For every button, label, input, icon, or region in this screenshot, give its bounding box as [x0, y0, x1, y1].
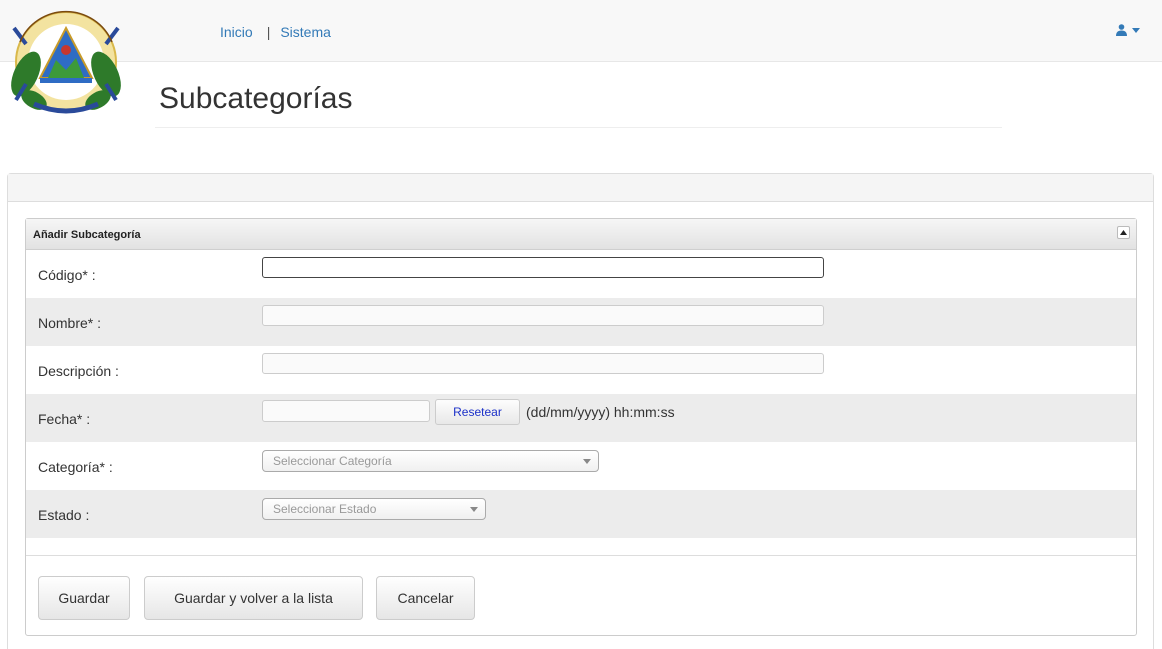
user-icon: [1116, 24, 1127, 36]
nombre-label: Nombre* :: [38, 315, 102, 331]
categoria-label: Categoría* :: [38, 459, 113, 475]
collapse-button[interactable]: [1117, 226, 1130, 239]
nav-link-sistema[interactable]: Sistema: [280, 24, 331, 40]
categoria-select[interactable]: Seleccionar Categoría: [262, 450, 599, 472]
date-format-hint: (dd/mm/yyyy) hh:mm:ss: [526, 404, 675, 420]
codigo-label: Código* :: [38, 267, 96, 283]
user-menu-button[interactable]: [1116, 24, 1140, 36]
fecha-label: Fecha* :: [38, 411, 91, 427]
add-subcategory-form: Añadir Subcategoría Código* : Nombre* : …: [25, 218, 1137, 636]
title-divider: [155, 127, 1002, 128]
coat-of-arms-logo: [11, 10, 121, 114]
categoria-select-placeholder: Seleccionar Categoría: [273, 454, 392, 468]
estado-select-placeholder: Seleccionar Estado: [273, 502, 377, 516]
row-nombre: Nombre* :: [26, 298, 1136, 346]
page-title: Subcategorías: [159, 82, 353, 115]
cancel-button[interactable]: Cancelar: [376, 576, 475, 620]
row-estado: Estado : Seleccionar Estado: [26, 490, 1136, 538]
chevron-down-icon: [470, 507, 478, 512]
fecha-input[interactable]: [262, 400, 430, 422]
row-categoria: Categoría* : Seleccionar Categoría: [26, 442, 1136, 490]
row-codigo: Código* :: [26, 250, 1136, 298]
codigo-input[interactable]: [262, 257, 824, 278]
nombre-input[interactable]: [262, 305, 824, 326]
descripcion-input[interactable]: [262, 353, 824, 374]
nav-links: Inicio | Sistema: [220, 24, 331, 40]
save-button[interactable]: Guardar: [38, 576, 130, 620]
form-header: Añadir Subcategoría: [26, 219, 1136, 250]
top-navbar: Inicio | Sistema: [0, 0, 1162, 62]
nav-separator: |: [266, 24, 271, 40]
caret-down-icon: [1132, 27, 1140, 33]
estado-label: Estado :: [38, 507, 90, 523]
row-descripcion: Descripción :: [26, 346, 1136, 394]
descripcion-label: Descripción :: [38, 363, 119, 379]
save-and-return-button[interactable]: Guardar y volver a la lista: [144, 576, 363, 620]
estado-select[interactable]: Seleccionar Estado: [262, 498, 486, 520]
nav-link-inicio[interactable]: Inicio: [220, 24, 253, 40]
row-fecha: Fecha* : Resetear (dd/mm/yyyy) hh:mm:ss: [26, 394, 1136, 442]
chevron-down-icon: [583, 459, 591, 464]
form-section-title: Añadir Subcategoría: [33, 229, 141, 241]
triangle-up-icon: [1120, 230, 1127, 235]
outer-panel-header: [8, 174, 1153, 202]
form-actions-divider: [26, 555, 1136, 556]
reset-date-button[interactable]: Resetear: [435, 399, 520, 425]
